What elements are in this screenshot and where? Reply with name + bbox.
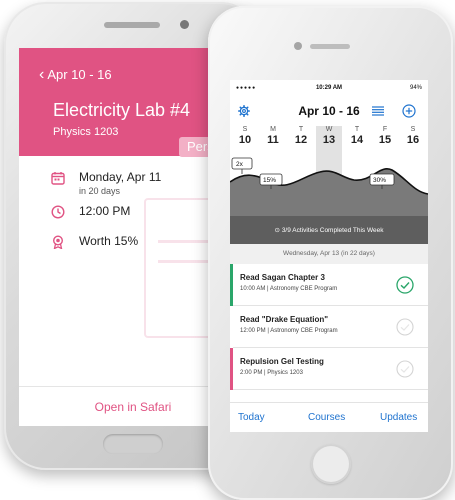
back-label: Apr 10 - 16 — [47, 67, 112, 82]
activity-title: Repulsion Gel Testing — [240, 357, 324, 366]
week-nav-bar: Apr 10 - 16 — [230, 102, 428, 120]
course-color-bar — [230, 264, 233, 306]
tab-bar: Today Courses Updates — [230, 402, 428, 432]
day-sun[interactable]: S 10 — [232, 126, 258, 146]
marker-30-label: 30% — [373, 177, 386, 184]
course-color-bar — [230, 348, 233, 390]
list-view-icon[interactable] — [372, 106, 384, 116]
time-row: 12:00 PM — [51, 204, 130, 219]
iphone-home-button[interactable] — [311, 444, 351, 484]
day-number: 15 — [378, 134, 392, 146]
day-number: 11 — [267, 134, 279, 146]
event-date-relative: in 20 days — [79, 186, 121, 196]
event-worth: Worth 15% — [79, 234, 139, 248]
day-number: 16 — [406, 134, 420, 146]
iphone: ●●●●● 10:29 AM 94% Apr 10 - 16 S 10 M 11… — [208, 6, 453, 500]
marker-15-label: 15% — [263, 177, 276, 184]
clock-icon — [51, 205, 65, 219]
chevron-left-icon: ‹ — [39, 66, 45, 83]
activity-item[interactable]: Read "Drake Equation" 12:00 PM | Astrono… — [230, 306, 428, 348]
activity-title: Read "Drake Equation" — [240, 315, 329, 324]
day-sat[interactable]: S 16 — [400, 126, 426, 146]
back-button[interactable]: ‹ Apr 10 - 16 — [39, 66, 112, 83]
day-tue[interactable]: T 12 — [288, 126, 314, 146]
day-fri[interactable]: F 15 — [372, 126, 398, 146]
week-title: Apr 10 - 16 — [298, 104, 360, 118]
date-row: Monday, Apr 11 in 20 days — [51, 170, 161, 196]
activity-subtitle: 12:00 PM | Astronomy CBE Program — [240, 328, 338, 334]
day-letter: S — [410, 126, 416, 133]
day-letter: W — [325, 126, 333, 133]
tab-updates[interactable]: Updates — [380, 412, 417, 423]
award-ribbon-icon — [52, 235, 64, 249]
status-time: 10:29 AM — [315, 85, 343, 91]
event-time: 12:00 PM — [79, 204, 131, 218]
iphone-speaker — [310, 44, 350, 49]
check-circle-icon: ⊙ — [274, 227, 280, 234]
workload-graph: 2x 15% 30% — [230, 152, 428, 216]
marker-2x-label: 2x — [236, 161, 244, 168]
iphone-camera — [294, 42, 302, 50]
day-number: 10 — [238, 134, 252, 146]
day-letter: M — [270, 126, 276, 133]
iphone-screen: ●●●●● 10:29 AM 94% Apr 10 - 16 S 10 M 11… — [230, 80, 428, 432]
completion-banner: ⊙ 3/9 Activities Completed This Week — [230, 216, 428, 244]
day-letter: S — [242, 126, 248, 133]
day-number: 13 — [322, 134, 336, 146]
day-thu[interactable]: T 14 — [344, 126, 370, 146]
course-color-bar — [230, 306, 233, 348]
android-camera — [180, 20, 189, 29]
activity-title: Read Sagan Chapter 3 — [240, 273, 325, 282]
date-section-header: Wednesday, Apr 13 (in 22 days) — [230, 244, 428, 264]
week-strip: S 10 M 11 T 12 W 13 T 14 F 15 S 16 — [230, 126, 428, 152]
tab-courses[interactable]: Courses — [308, 412, 345, 423]
event-course: Physics 1203 — [53, 126, 119, 138]
tab-today[interactable]: Today — [238, 412, 265, 423]
status-bar: ●●●●● 10:29 AM 94% — [230, 84, 428, 96]
android-home-button[interactable] — [103, 434, 163, 454]
day-letter: T — [298, 126, 304, 133]
day-letter: T — [354, 126, 360, 133]
completion-text: 3/9 Activities Completed This Week — [281, 227, 384, 234]
battery-level: 94% — [409, 85, 422, 91]
completed-check-icon[interactable] — [396, 276, 414, 294]
day-wed-selected[interactable]: W 13 — [316, 126, 342, 152]
activity-subtitle: 2:00 PM | Physics 1203 — [240, 370, 303, 376]
incomplete-check-icon[interactable] — [396, 318, 414, 336]
incomplete-check-icon[interactable] — [396, 360, 414, 378]
android-speaker — [104, 22, 160, 28]
worth-row: Worth 15% — [51, 234, 138, 249]
day-mon[interactable]: M 11 — [260, 126, 286, 146]
add-icon[interactable] — [402, 104, 416, 118]
marker-2x[interactable]: 2x — [231, 157, 253, 174]
activity-subtitle: 10:00 AM | Astronomy CBE Program — [240, 286, 338, 292]
day-letter: F — [382, 126, 388, 133]
calendar-icon — [51, 172, 65, 185]
event-title: Electricity Lab #4 — [53, 100, 191, 120]
activity-item[interactable]: Repulsion Gel Testing 2:00 PM | Physics … — [230, 348, 428, 390]
day-number: 14 — [350, 134, 364, 146]
day-number: 12 — [294, 134, 308, 146]
activity-item[interactable]: Read Sagan Chapter 3 10:00 AM | Astronom… — [230, 264, 428, 306]
event-date: Monday, Apr 11 — [79, 170, 162, 184]
